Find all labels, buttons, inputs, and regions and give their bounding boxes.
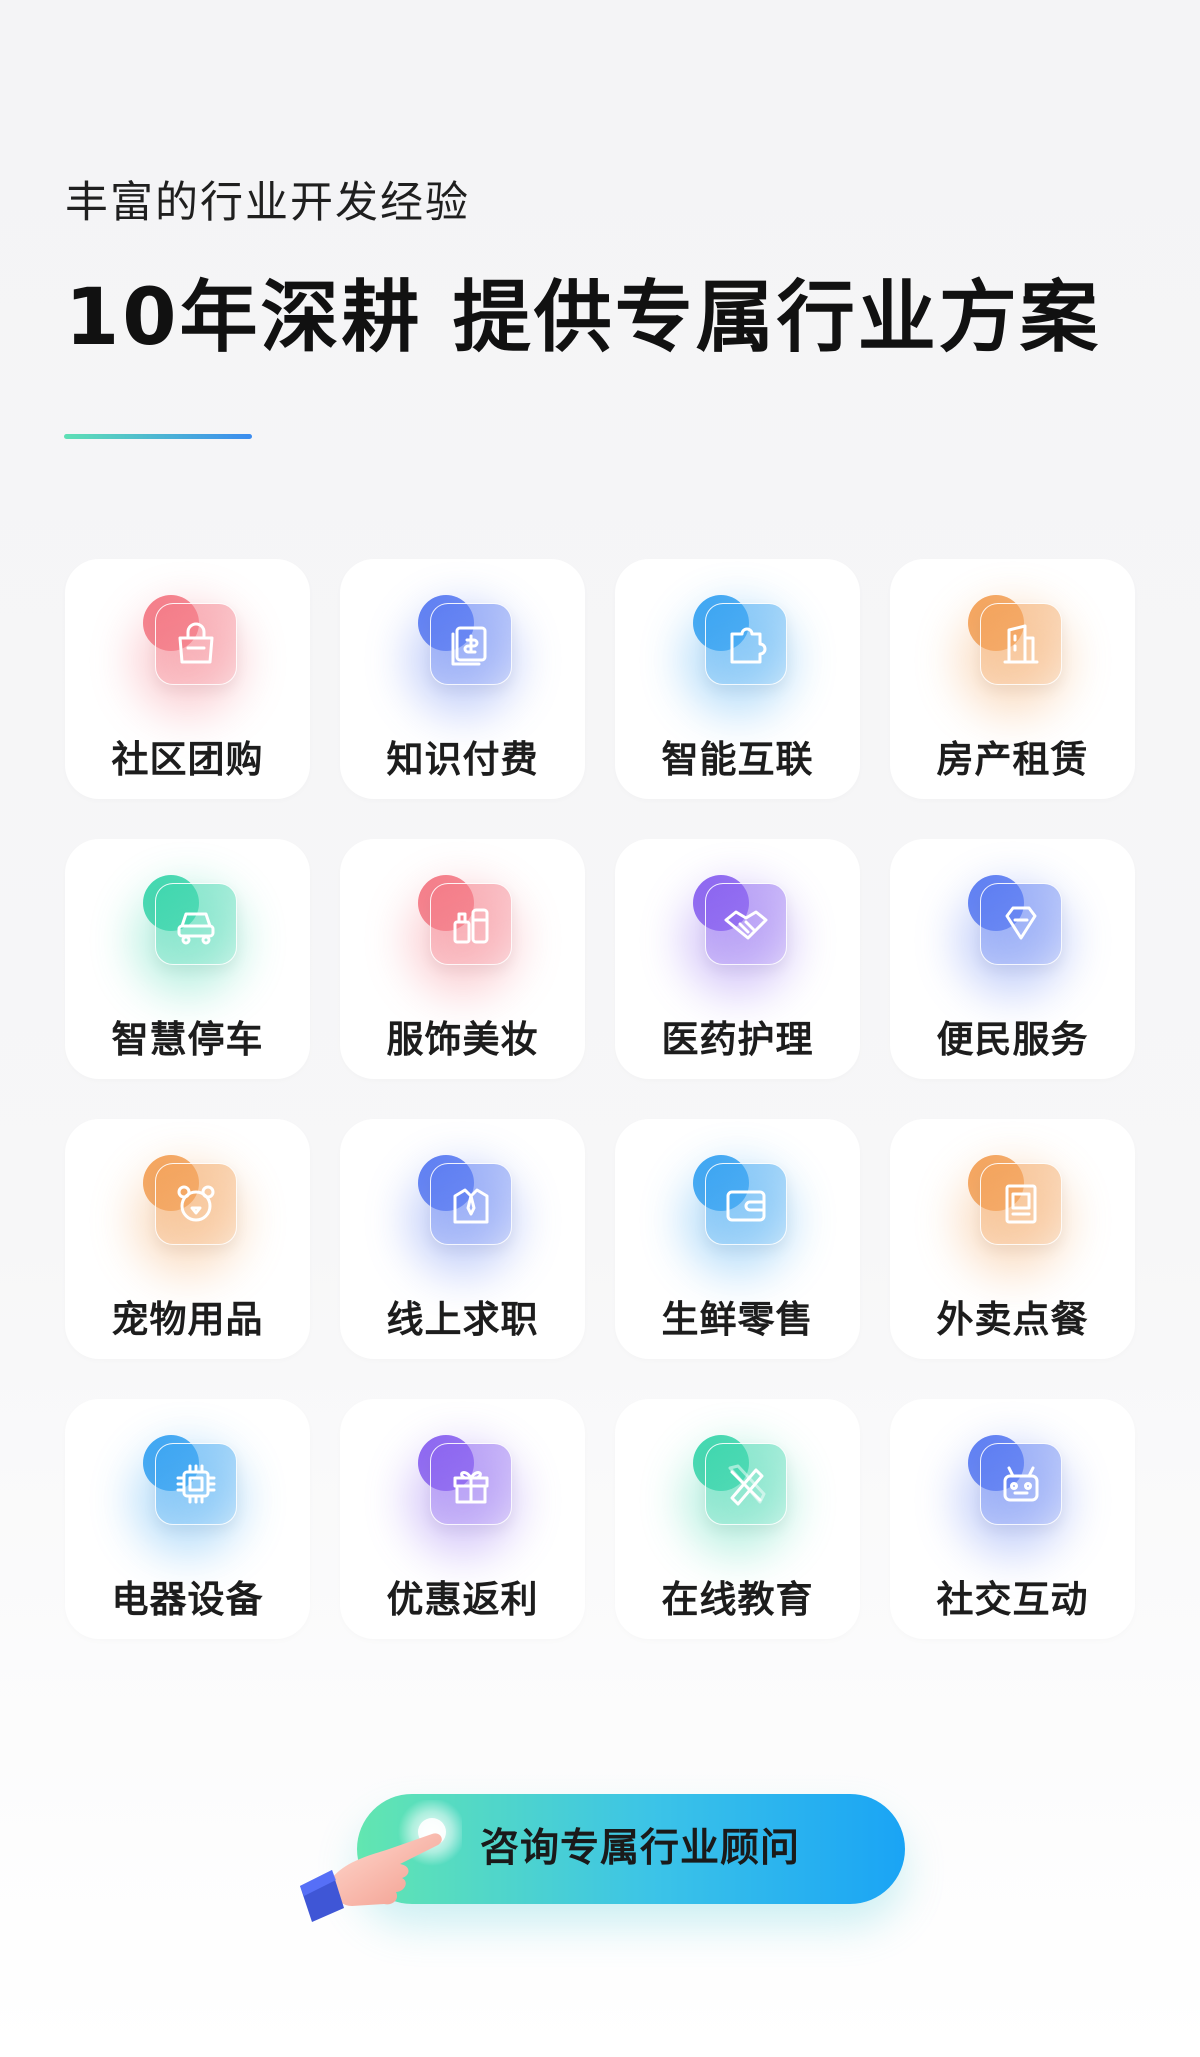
pencil-ruler-icon: [683, 1435, 793, 1555]
industry-card[interactable]: 外卖点餐: [890, 1119, 1135, 1359]
industry-card[interactable]: 知识付费: [340, 559, 585, 799]
industry-card[interactable]: 便民服务: [890, 839, 1135, 1079]
shopping-bag-icon: [133, 595, 243, 715]
cosmetics-icon: [408, 875, 518, 995]
industry-card-label: 知识付费: [386, 738, 539, 781]
industry-card-label: 社交互动: [936, 1578, 1089, 1621]
industry-card-label: 线上求职: [386, 1298, 539, 1341]
industry-card-label: 生鲜零售: [661, 1298, 814, 1341]
industry-card[interactable]: 智能互联: [615, 559, 860, 799]
bear-icon: [133, 1155, 243, 1275]
industry-card[interactable]: 智慧停车: [65, 839, 310, 1079]
industry-card[interactable]: 优惠返利: [340, 1399, 585, 1639]
car-icon: [133, 875, 243, 995]
industry-card[interactable]: 生鲜零售: [615, 1119, 860, 1359]
consult-advisor-label: 咨询专属行业顾问: [480, 1826, 801, 1871]
industry-card[interactable]: 服饰美妆: [340, 839, 585, 1079]
door-icon: [958, 1155, 1068, 1275]
industry-grid: 社区团购 知识付费 智能互联 房产租赁智慧停车 服饰美妆 医药护理 便民服务宠物用品 线上求职…: [65, 559, 1135, 1639]
industry-card-label: 便民服务: [936, 1018, 1089, 1061]
industry-card[interactable]: 房产租赁: [890, 559, 1135, 799]
industry-card-label: 服饰美妆: [386, 1018, 539, 1061]
robot-icon: [958, 1435, 1068, 1555]
industry-card-label: 医药护理: [661, 1018, 814, 1061]
industry-card[interactable]: 社区团购: [65, 559, 310, 799]
industry-card-label: 电器设备: [111, 1578, 264, 1621]
suit-tie-icon: [408, 1155, 518, 1275]
industry-card-label: 外卖点餐: [936, 1298, 1089, 1341]
industry-card-label: 房产租赁: [936, 738, 1089, 781]
industry-card[interactable]: 在线教育: [615, 1399, 860, 1639]
industry-card-label: 在线教育: [661, 1578, 814, 1621]
industry-card[interactable]: 社交互动: [890, 1399, 1135, 1639]
section-headline: 10年深耕 提供专属行业方案: [65, 273, 1101, 363]
chip-icon: [133, 1435, 243, 1555]
handshake-icon: [683, 875, 793, 995]
industry-card-label: 社区团购: [111, 738, 264, 781]
pointing-hand-icon: [300, 1800, 462, 1922]
industry-card[interactable]: 宠物用品: [65, 1119, 310, 1359]
paid-book-icon: [408, 595, 518, 715]
accent-divider: [64, 434, 252, 439]
industry-card[interactable]: 线上求职: [340, 1119, 585, 1359]
industry-card-label: 智能互联: [661, 738, 814, 781]
industry-card-label: 智慧停车: [111, 1018, 264, 1061]
industry-card-label: 优惠返利: [386, 1578, 539, 1621]
industry-card-label: 宠物用品: [111, 1298, 264, 1341]
section-subtitle: 丰富的行业开发经验: [65, 178, 470, 228]
wallet-icon: [683, 1155, 793, 1275]
puzzle-icon: [683, 595, 793, 715]
industry-card[interactable]: 医药护理: [615, 839, 860, 1079]
building-icon: [958, 595, 1068, 715]
gift-icon: [408, 1435, 518, 1555]
industry-card[interactable]: 电器设备: [65, 1399, 310, 1639]
diamond-icon: [958, 875, 1068, 995]
